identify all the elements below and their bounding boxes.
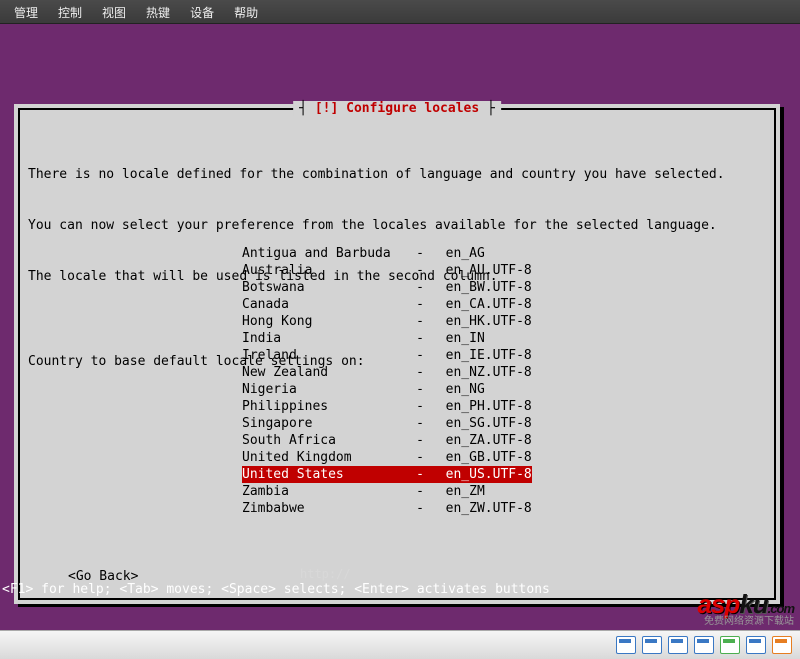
locale-row[interactable]: New Zealand- en_NZ.UTF-8	[242, 364, 532, 381]
separator-dash: -	[410, 245, 430, 262]
locale-country: New Zealand	[242, 364, 410, 381]
menu-devices[interactable]: 设备	[182, 2, 222, 23]
url-watermark: http://	[300, 567, 351, 581]
locale-country: United States	[242, 466, 410, 483]
network-icon[interactable]	[720, 636, 740, 654]
locale-country: Antigua and Barbuda	[242, 245, 410, 262]
separator-dash: -	[410, 296, 430, 313]
locale-code: en_NG	[430, 381, 530, 398]
locale-row[interactable]: United States- en_US.UTF-8	[242, 466, 532, 483]
hard-disk-icon[interactable]	[642, 636, 662, 654]
locale-row[interactable]: Nigeria- en_NG	[242, 381, 532, 398]
separator-dash: -	[410, 398, 430, 415]
menu-control[interactable]: 控制	[50, 2, 90, 23]
locale-code: en_BW.UTF-8	[430, 279, 532, 296]
optical-drive-icon[interactable]	[616, 636, 636, 654]
locale-country: Hong Kong	[242, 313, 410, 330]
separator-dash: -	[410, 500, 430, 517]
separator-dash: -	[410, 466, 430, 483]
locale-code: en_CA.UTF-8	[430, 296, 532, 313]
locale-country: Philippines	[242, 398, 410, 415]
separator-dash: -	[410, 432, 430, 449]
locale-country: Zambia	[242, 483, 410, 500]
locale-code: en_ZA.UTF-8	[430, 432, 532, 449]
menu-help[interactable]: 帮助	[226, 2, 266, 23]
locale-row[interactable]: United Kingdom- en_GB.UTF-8	[242, 449, 532, 466]
locale-code: en_NZ.UTF-8	[430, 364, 532, 381]
locale-row[interactable]: Hong Kong- en_HK.UTF-8	[242, 313, 532, 330]
display-icon[interactable]	[746, 636, 766, 654]
locale-row[interactable]: Zimbabwe- en_ZW.UTF-8	[242, 500, 532, 517]
locale-country: Botswana	[242, 279, 410, 296]
locale-code: en_US.UTF-8	[430, 466, 532, 483]
body-line: There is no locale defined for the combi…	[28, 166, 766, 183]
locale-code: en_PH.UTF-8	[430, 398, 532, 415]
locale-row[interactable]: Canada- en_CA.UTF-8	[242, 296, 532, 313]
locale-row[interactable]: Australia- en_AU.UTF-8	[242, 262, 532, 279]
menu-manage[interactable]: 管理	[6, 2, 46, 23]
help-line: <F1> for help; <Tab> moves; <Space> sele…	[2, 582, 550, 597]
separator-dash: -	[410, 347, 430, 364]
menu-view[interactable]: 视图	[94, 2, 134, 23]
separator-dash: -	[410, 330, 430, 347]
usb-icon[interactable]	[668, 636, 688, 654]
locale-country: United Kingdom	[242, 449, 410, 466]
configure-locales-dialog: ┤ [!] Configure locales ├ There is no lo…	[14, 104, 780, 604]
separator-dash: -	[410, 415, 430, 432]
locale-country: Zimbabwe	[242, 500, 410, 517]
locale-code: en_ZM	[430, 483, 530, 500]
separator-dash: -	[410, 364, 430, 381]
locale-row[interactable]: India- en_IN	[242, 330, 532, 347]
separator-dash: -	[410, 381, 430, 398]
locale-row[interactable]: Zambia- en_ZM	[242, 483, 532, 500]
terminal-area: ┤ [!] Configure locales ├ There is no lo…	[0, 24, 800, 631]
locale-list[interactable]: Antigua and Barbuda- en_AGAustralia- en_…	[242, 245, 532, 517]
vm-menubar: 管理 控制 视图 热键 设备 帮助	[0, 0, 800, 24]
locale-row[interactable]: Philippines- en_PH.UTF-8	[242, 398, 532, 415]
locale-code: en_IN	[430, 330, 530, 347]
locale-row[interactable]: Antigua and Barbuda- en_AG	[242, 245, 532, 262]
locale-code: en_AG	[430, 245, 530, 262]
dialog-frame: ┤ [!] Configure locales ├ There is no lo…	[18, 108, 776, 600]
locale-country: Nigeria	[242, 381, 410, 398]
separator-dash: -	[410, 313, 430, 330]
separator-dash: -	[410, 279, 430, 296]
menu-hotkeys[interactable]: 热键	[138, 2, 178, 23]
locale-row[interactable]: Botswana- en_BW.UTF-8	[242, 279, 532, 296]
locale-code: en_SG.UTF-8	[430, 415, 532, 432]
locale-country: South Africa	[242, 432, 410, 449]
locale-code: en_HK.UTF-8	[430, 313, 532, 330]
separator-dash: -	[410, 262, 430, 279]
separator-dash: -	[410, 483, 430, 500]
separator-dash: -	[410, 449, 430, 466]
locale-row[interactable]: Singapore- en_SG.UTF-8	[242, 415, 532, 432]
dialog-title: ┤ [!] Configure locales ├	[293, 101, 501, 116]
body-line: You can now select your preference from …	[28, 217, 766, 234]
vm-statusbar	[0, 630, 800, 659]
locale-country: Ireland	[242, 347, 410, 364]
locale-code: en_GB.UTF-8	[430, 449, 532, 466]
locale-row[interactable]: South Africa- en_ZA.UTF-8	[242, 432, 532, 449]
locale-row[interactable]: Ireland- en_IE.UTF-8	[242, 347, 532, 364]
locale-country: Canada	[242, 296, 410, 313]
locale-country: Australia	[242, 262, 410, 279]
locale-country: Singapore	[242, 415, 410, 432]
locale-code: en_ZW.UTF-8	[430, 500, 532, 517]
mouse-integration-icon[interactable]	[772, 636, 792, 654]
locale-code: en_AU.UTF-8	[430, 262, 532, 279]
shared-folder-icon[interactable]	[694, 636, 714, 654]
locale-code: en_IE.UTF-8	[430, 347, 532, 364]
locale-country: India	[242, 330, 410, 347]
